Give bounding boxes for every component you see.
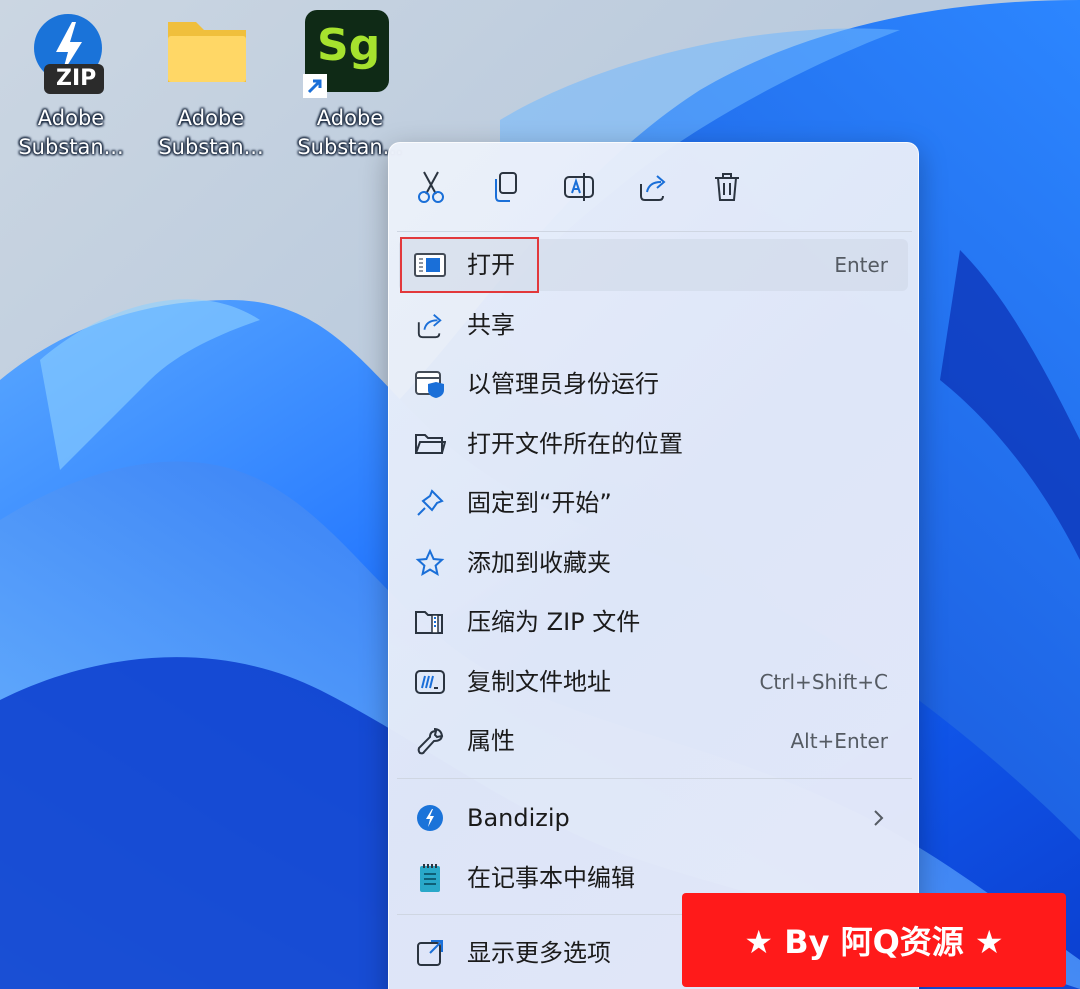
delete-button[interactable] [705, 167, 749, 207]
menu-item-shortcut: Enter [834, 253, 888, 277]
notepad-icon [413, 862, 447, 894]
admin-shield-icon [413, 368, 447, 400]
copy-button[interactable] [483, 167, 527, 207]
menu-item-share[interactable]: 共享 [399, 299, 908, 351]
watermark-badge: ★ By 阿Q资源 ★ [682, 893, 1066, 987]
menu-item-label: 以管理员身份运行 [467, 370, 659, 398]
substance-app-mark: Sg [317, 20, 381, 71]
cut-icon [418, 171, 444, 203]
menu-item-properties[interactable]: 属性 Alt+Enter [399, 715, 908, 767]
folder-icon [166, 8, 250, 100]
zip-folder-icon [413, 606, 447, 638]
menu-item-label: 在记事本中编辑 [467, 864, 635, 892]
share-toolbar-button[interactable] [631, 167, 675, 207]
shortcut-arrow-icon [303, 74, 327, 98]
menu-item-compress-zip[interactable]: 压缩为 ZIP 文件 [399, 596, 908, 648]
desktop-icon-label: Adobe Substan... [158, 106, 264, 159]
chevron-right-icon [874, 810, 884, 826]
rename-button[interactable] [557, 167, 601, 207]
desktop-icon-label: Adobe Substan... [18, 106, 124, 159]
menu-item-open-file-location[interactable]: 打开文件所在的位置 [399, 418, 908, 470]
share-icon [413, 309, 447, 341]
menu-item-run-as-admin[interactable]: 以管理员身份运行 [399, 358, 908, 410]
copy-path-icon [413, 666, 447, 698]
substance-designer-icon: Sg [303, 8, 389, 100]
menu-item-label: Bandizip [467, 804, 570, 832]
cut-button[interactable] [409, 167, 453, 207]
desktop-icon-folder[interactable]: Adobe Substan... [146, 8, 266, 159]
menu-separator [397, 778, 912, 779]
desktop: ZIP Adobe Substan... Adobe Substan... Sg [0, 0, 1080, 989]
desktop-icon-zip[interactable]: ZIP Adobe Substan... [6, 8, 126, 159]
menu-item-label: 显示更多选项 [467, 939, 611, 967]
menu-item-label: 固定到“开始” [467, 489, 612, 517]
toolbar-separator [397, 231, 912, 232]
highlight-annotation-box [400, 237, 539, 293]
share-icon [640, 175, 666, 201]
folder-open-icon [413, 428, 447, 460]
menu-item-add-to-favorites[interactable]: 添加到收藏夹 [399, 537, 908, 589]
menu-item-label: 添加到收藏夹 [467, 549, 611, 577]
menu-item-shortcut: Ctrl+Shift+C [759, 670, 888, 694]
desktop-icon-substance-designer[interactable]: Sg Adobe Substan... [285, 8, 405, 159]
menu-item-label: 打开文件所在的位置 [467, 430, 683, 458]
more-options-icon [413, 937, 447, 969]
copy-icon [495, 172, 517, 202]
menu-item-pin-to-start[interactable]: 固定到“开始” [399, 477, 908, 529]
wrench-icon [413, 725, 447, 757]
star-icon [413, 547, 447, 579]
menu-item-label: 复制文件地址 [467, 668, 611, 696]
context-menu-toolbar [389, 143, 920, 231]
menu-item-shortcut: Alt+Enter [790, 729, 888, 753]
zip-archive-icon: ZIP [26, 8, 110, 100]
bandizip-icon [413, 802, 447, 834]
menu-item-label: 共享 [467, 311, 515, 339]
menu-item-copy-path[interactable]: 复制文件地址 Ctrl+Shift+C [399, 656, 908, 708]
menu-item-label: 属性 [467, 727, 515, 755]
menu-item-bandizip[interactable]: Bandizip [399, 792, 908, 844]
rename-icon [564, 173, 594, 201]
menu-item-label: 压缩为 ZIP 文件 [467, 608, 641, 636]
zip-badge-text: ZIP [56, 66, 97, 91]
delete-icon [715, 173, 739, 201]
pin-icon [413, 487, 447, 519]
